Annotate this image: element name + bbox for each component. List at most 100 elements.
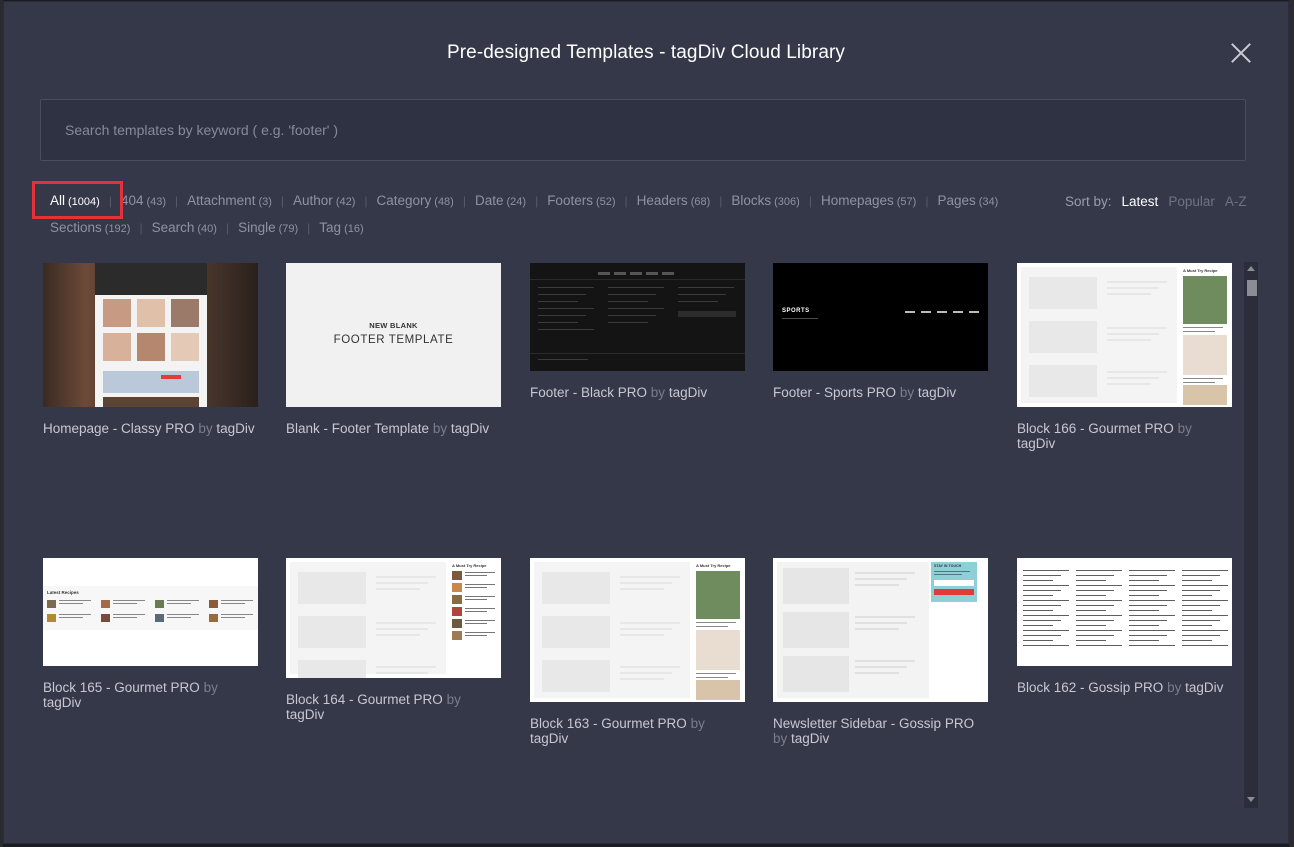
filter-homepages[interactable]: Homepages (57) xyxy=(821,193,916,210)
filter-pages[interactable]: Pages (34) xyxy=(937,193,998,210)
thumb-text-line xyxy=(1129,575,1167,576)
scrollbar-thumb[interactable] xyxy=(1247,280,1257,296)
thumb-shape xyxy=(969,311,979,313)
template-card[interactable]: SPORTS Footer - Sports PRO by tagDiv xyxy=(773,263,988,400)
thumb-text-line xyxy=(855,672,899,674)
filter-separator: | xyxy=(364,194,368,208)
filter-blocks[interactable]: Blocks (306) xyxy=(731,193,799,210)
thumb-text-line xyxy=(608,308,664,309)
thumb-text-line xyxy=(538,359,588,360)
scroll-down-arrow-icon[interactable] xyxy=(1247,797,1255,802)
template-title[interactable]: Block 163 - Gourmet PRO by tagDiv xyxy=(530,716,745,746)
close-icon[interactable] xyxy=(1230,42,1252,64)
template-thumbnail[interactable]: STAY IN TOUCH xyxy=(773,558,988,702)
thumb-text-line xyxy=(1023,610,1053,611)
thumb-photo xyxy=(1029,365,1097,397)
thumb-text-line xyxy=(1129,615,1175,616)
template-title[interactable]: Blank - Footer Template by tagDiv xyxy=(286,421,501,436)
template-title[interactable]: Newsletter Sidebar - Gossip PRO by tagDi… xyxy=(773,716,988,746)
thumb-shape xyxy=(161,375,181,379)
template-card[interactable]: Footer - Black PRO by tagDiv xyxy=(530,263,745,400)
filter-headers[interactable]: Headers (68) xyxy=(637,193,711,210)
thumb-photo xyxy=(452,607,462,616)
filter-count: (1004) xyxy=(68,196,100,208)
template-title[interactable]: Block 166 - Gourmet PRO by tagDiv xyxy=(1017,421,1232,451)
filter-category[interactable]: Category (48) xyxy=(377,193,454,210)
thumb-text-line xyxy=(855,584,899,586)
thumb-text-line xyxy=(1182,595,1212,596)
template-thumbnail[interactable] xyxy=(1017,558,1232,666)
thumb-text-line xyxy=(1023,595,1053,596)
template-thumbnail[interactable]: A Must Try Recipe xyxy=(1017,263,1232,407)
template-thumbnail[interactable]: Latest Recipes xyxy=(43,558,258,666)
thumb-text-line xyxy=(465,608,495,609)
template-card[interactable]: NEW BLANK FOOTER TEMPLATE Blank - Footer T… xyxy=(286,263,501,436)
thumb-text-line xyxy=(620,634,664,636)
template-title[interactable]: Footer - Sports PRO by tagDiv xyxy=(773,385,988,400)
template-card[interactable]: Block 162 - Gossip PRO by tagDiv xyxy=(1017,558,1232,695)
template-author: tagDiv xyxy=(450,421,490,436)
filter-single[interactable]: Single (79) xyxy=(238,220,298,237)
thumb-text-line xyxy=(1076,615,1122,616)
template-card[interactable]: Latest Recipes Block 165 - Gourmet PRO by… xyxy=(43,558,258,710)
thumb-text-line xyxy=(1183,382,1215,383)
template-card[interactable]: Homepage - Classy PRO by tagDiv xyxy=(43,263,258,436)
template-title[interactable]: Footer - Black PRO by tagDiv xyxy=(530,385,745,400)
thumb-text-line xyxy=(1023,575,1061,576)
thumb-text-line xyxy=(465,620,495,621)
sort-a-z[interactable]: A-Z xyxy=(1225,194,1247,209)
template-author: tagDiv xyxy=(1185,680,1224,695)
filter-sections[interactable]: Sections (192) xyxy=(50,220,130,237)
template-thumbnail[interactable]: NEW BLANK FOOTER TEMPLATE xyxy=(286,263,501,407)
template-card[interactable]: STAY IN TOUCH Newsletter Sidebar - Gossip… xyxy=(773,558,988,746)
template-by: by xyxy=(432,421,448,436)
thumb-text-line xyxy=(1129,640,1159,641)
thumb-text-line xyxy=(376,576,436,578)
scrollbar[interactable] xyxy=(1244,262,1258,808)
search-input[interactable] xyxy=(40,99,1246,161)
template-card[interactable]: A Must Try Recipe Block 164 - Gourmet PRO… xyxy=(286,558,501,722)
thumb-text-line xyxy=(465,575,487,576)
template-author: tagDiv xyxy=(530,731,569,746)
filter-404[interactable]: 404 (43) xyxy=(121,193,166,210)
thumb-text-line xyxy=(1183,331,1215,332)
scroll-up-arrow-icon[interactable] xyxy=(1247,266,1255,271)
thumb-text-line xyxy=(1129,585,1175,586)
thumb-text-line xyxy=(376,634,420,636)
filter-search[interactable]: Search (40) xyxy=(152,220,217,237)
template-title[interactable]: Block 165 - Gourmet PRO by tagDiv xyxy=(43,680,258,710)
thumb-text-line xyxy=(465,599,487,600)
sort-popular[interactable]: Popular xyxy=(1168,194,1215,209)
thumb-text-line xyxy=(376,588,420,590)
thumb-text-line xyxy=(1107,333,1159,335)
thumb-text-line xyxy=(1183,327,1223,328)
template-title[interactable]: Block 164 - Gourmet PRO by tagDiv xyxy=(286,692,501,722)
filter-all[interactable]: All (1004) xyxy=(50,193,100,210)
thumb-text-line xyxy=(620,678,664,680)
filter-separator: | xyxy=(280,194,285,208)
thumb-text-line xyxy=(113,614,145,615)
filter-tag[interactable]: Tag (16) xyxy=(319,220,363,237)
thumb-text-line xyxy=(1023,620,1061,621)
filter-footers[interactable]: Footers (52) xyxy=(547,193,615,210)
thumb-text-line xyxy=(678,287,734,288)
thumb-photo xyxy=(103,397,199,407)
template-card[interactable]: A Must Try Recipe Block 163 - Gourmet PRO… xyxy=(530,558,745,746)
template-thumbnail[interactable] xyxy=(43,263,258,407)
template-thumbnail[interactable]: A Must Try Recipe xyxy=(286,558,501,678)
template-title[interactable]: Block 162 - Gossip PRO by tagDiv xyxy=(1017,680,1232,695)
template-title[interactable]: Homepage - Classy PRO by tagDiv xyxy=(43,421,258,436)
thumb-text-line xyxy=(465,596,495,597)
filter-separator: | xyxy=(462,194,466,208)
thumb-photo xyxy=(542,572,610,604)
template-thumbnail[interactable] xyxy=(530,263,745,371)
template-card[interactable]: A Must Try Recipe Block 166 - Gourmet PRO… xyxy=(1017,263,1232,451)
filter-author[interactable]: Author (42) xyxy=(293,193,355,210)
thumb-text-line xyxy=(167,617,191,618)
thumb-text-line xyxy=(1182,615,1228,616)
filter-date[interactable]: Date (24) xyxy=(475,193,526,210)
sort-latest[interactable]: Latest xyxy=(1122,194,1159,209)
template-thumbnail[interactable]: A Must Try Recipe xyxy=(530,558,745,702)
filter-attachment[interactable]: Attachment (3) xyxy=(187,193,272,210)
template-thumbnail[interactable]: SPORTS xyxy=(773,263,988,371)
